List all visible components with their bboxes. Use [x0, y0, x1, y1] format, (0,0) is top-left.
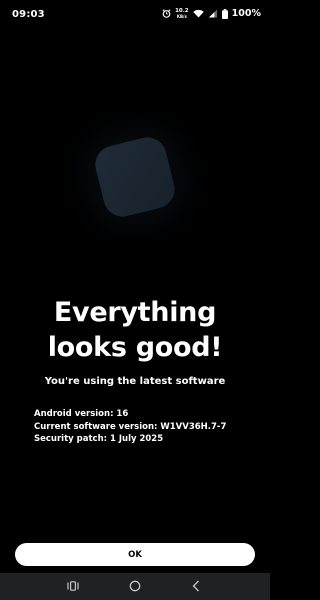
back-icon[interactable]	[187, 578, 205, 594]
software-details: Android version: 16 Current software ver…	[34, 408, 226, 446]
alarm-icon	[162, 9, 171, 18]
network-speed-unit: KB/s	[176, 13, 187, 19]
software-version: Current software version: W1VV36H.7-7	[34, 421, 227, 432]
android-version: Android version: 16	[34, 409, 129, 419]
status-icons: 10.2 KB/s 100%	[162, 8, 261, 19]
status-subtitle: You're using the latest software	[44, 376, 226, 387]
home-icon[interactable]	[126, 578, 144, 594]
update-status-illustration	[91, 133, 179, 221]
ok-button[interactable]: OK	[15, 543, 255, 566]
page-title: Everything looks good!	[0, 295, 270, 365]
signal-icon	[208, 9, 218, 18]
battery-percentage: 100%	[231, 8, 261, 19]
security-patch: Security patch: 1 July 2025	[34, 434, 164, 444]
navigation-bar	[0, 573, 270, 600]
recents-icon[interactable]	[64, 578, 82, 594]
network-speed: 10.2 KB/s	[175, 8, 189, 19]
status-time: 09:03	[12, 9, 45, 20]
page-title-line-1: Everything	[53, 297, 217, 328]
ok-button-label: OK	[128, 549, 142, 560]
wifi-icon	[192, 9, 204, 18]
status-bar: 09:03 10.2 KB/s 100%	[0, 0, 270, 32]
battery-icon	[221, 8, 228, 19]
page-title-line-2: looks good!	[47, 332, 223, 363]
